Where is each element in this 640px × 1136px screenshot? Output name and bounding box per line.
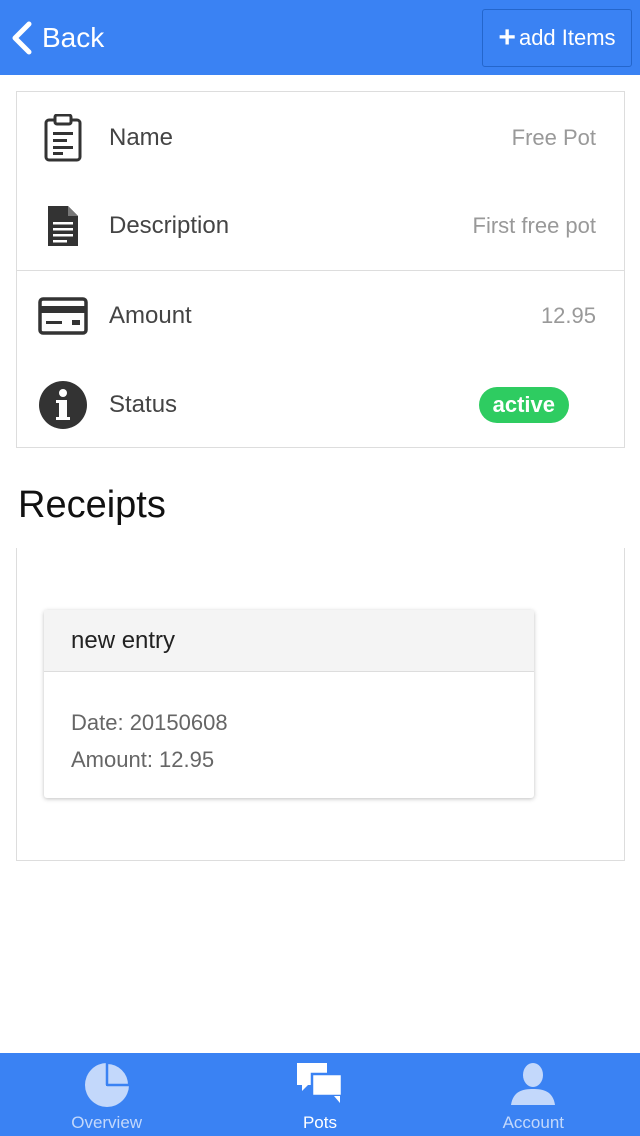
description-value: First free pot [472, 213, 596, 238]
add-items-button[interactable]: + add Items [482, 9, 632, 67]
name-label: Name [109, 124, 174, 151]
pot-details-card: Name Free Pot Description First free pot [16, 91, 625, 448]
amount-label: Amount [109, 302, 192, 329]
chevron-left-icon [12, 21, 32, 55]
info-icon [37, 379, 89, 431]
back-label: Back [42, 22, 105, 53]
app-screen: Back + add Items Name Free Pot Descripti… [0, 0, 640, 1136]
clipboard-icon [37, 112, 89, 164]
top-navigation-bar: Back + add Items [0, 0, 640, 75]
receipt-date: Date: 20150608 [71, 710, 228, 735]
status-label: Status [109, 391, 178, 418]
description-label: Description [109, 212, 230, 239]
receipt-amount: Amount: 12.95 [71, 747, 215, 772]
pie-chart-icon [84, 1061, 130, 1107]
name-row: Name Free Pot [17, 94, 624, 182]
receipts-heading: Receipts [18, 484, 166, 526]
plus-icon: + [498, 21, 516, 54]
document-icon [37, 200, 89, 252]
bottom-tab-bar: Overview Pots Account [0, 1053, 640, 1136]
chat-bubbles-icon [296, 1063, 344, 1103]
status-badge: active [478, 387, 569, 423]
amount-row: Amount 12.95 [17, 272, 624, 360]
tab-account-label: Account [502, 1113, 565, 1132]
receipts-list: new entry Date: 20150608 Amount: 12.95 [16, 548, 625, 861]
description-row: Description First free pot [17, 182, 624, 270]
tab-pots[interactable]: Pots [213, 1053, 426, 1136]
receipt-body: Date: 20150608 Amount: 12.95 [44, 672, 534, 778]
back-button[interactable]: Back [10, 16, 104, 60]
amount-value: 12.95 [540, 303, 596, 328]
tab-pots-label: Pots [302, 1113, 337, 1132]
tab-overview-label: Overview [71, 1113, 143, 1132]
add-items-label: add Items [518, 25, 616, 50]
section-divider [17, 270, 624, 271]
name-value: Free Pot [511, 125, 596, 150]
user-icon [511, 1063, 556, 1105]
tab-overview[interactable]: Overview [0, 1053, 213, 1136]
receipt-title: new entry [44, 610, 534, 672]
status-row: Status active [17, 361, 624, 449]
credit-card-icon [37, 290, 89, 342]
receipt-card[interactable]: new entry Date: 20150608 Amount: 12.95 [44, 610, 534, 798]
tab-account[interactable]: Account [427, 1053, 640, 1136]
